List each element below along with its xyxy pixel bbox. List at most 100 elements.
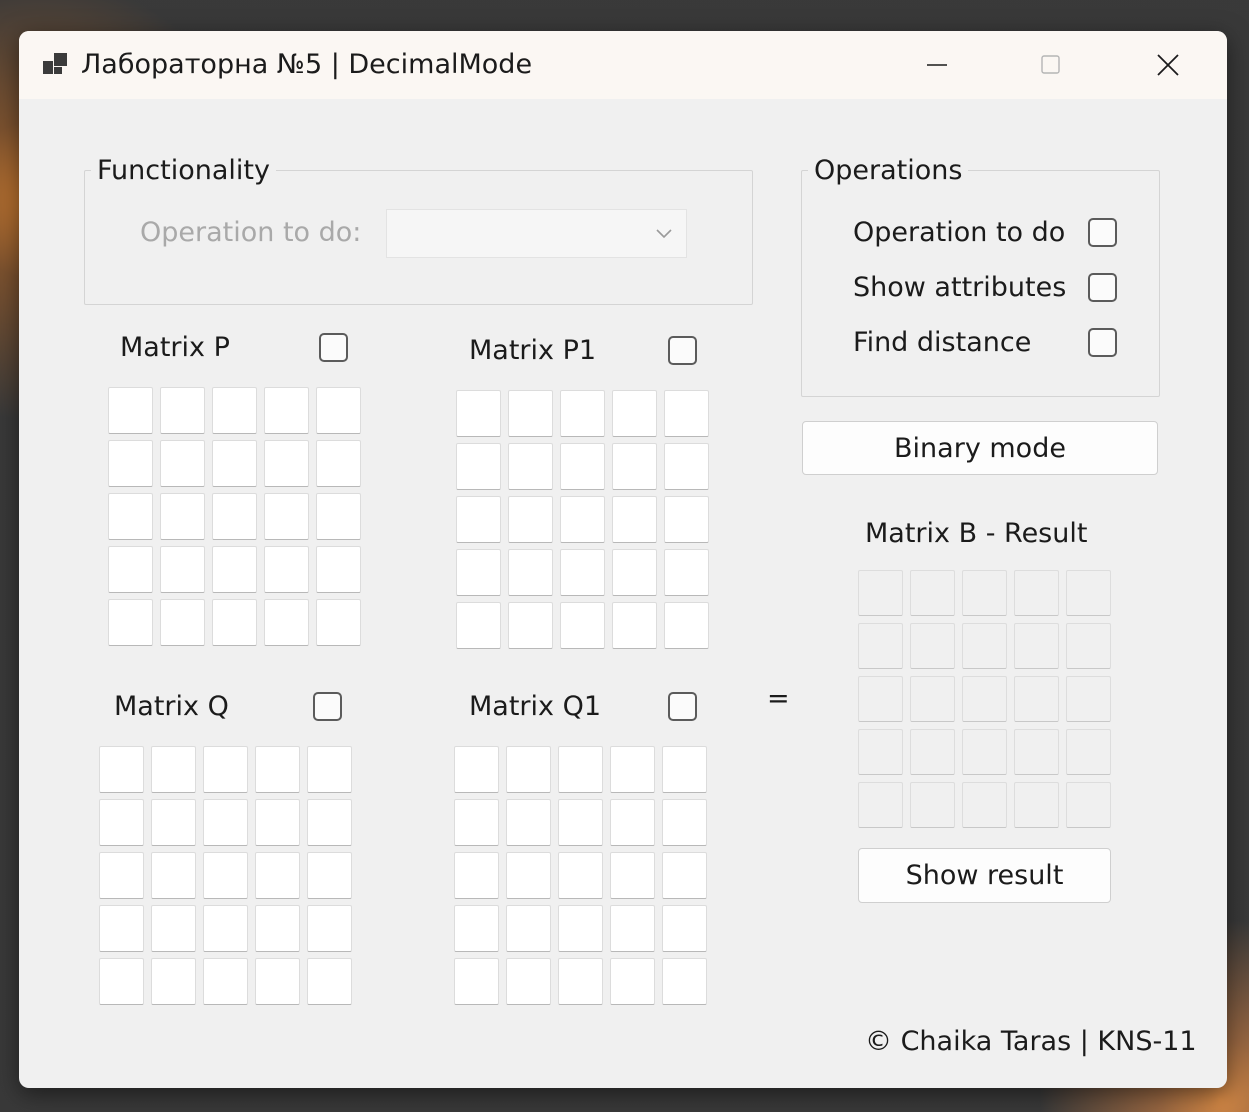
matrix-p1-cell-r4-c3[interactable]	[560, 549, 605, 596]
matrix-p1-cell-r3-c3[interactable]	[560, 496, 605, 543]
matrix-q1-cell-r5-c5[interactable]	[662, 958, 707, 1005]
matrix-p-cell-r4-c3[interactable]	[212, 546, 257, 593]
matrix-q1-cell-r4-c1[interactable]	[454, 905, 499, 952]
matrix-q1-cell-r2-c3[interactable]	[558, 799, 603, 846]
matrix-p1-cell-r5-c5[interactable]	[664, 602, 709, 649]
close-button[interactable]	[1152, 49, 1184, 81]
matrix-p-cell-r5-c1[interactable]	[108, 599, 153, 646]
matrix-q-cell-r1-c3[interactable]	[203, 746, 248, 793]
matrix-p1-cell-r3-c1[interactable]	[456, 496, 501, 543]
matrix-q-cell-r2-c3[interactable]	[203, 799, 248, 846]
matrix-p-cell-r5-c4[interactable]	[264, 599, 309, 646]
matrix-q-cell-r1-c4[interactable]	[255, 746, 300, 793]
matrix-p-cell-r2-c5[interactable]	[316, 440, 361, 487]
matrix-q-cell-r5-c5[interactable]	[307, 958, 352, 1005]
matrix-p1-cell-r2-c1[interactable]	[456, 443, 501, 490]
matrix-q-cell-r4-c5[interactable]	[307, 905, 352, 952]
operation-to-do-checkbox[interactable]	[1088, 218, 1117, 247]
matrix-q-cell-r2-c4[interactable]	[255, 799, 300, 846]
matrix-q1-cell-r4-c2[interactable]	[506, 905, 551, 952]
matrix-q1-cell-r1-c5[interactable]	[662, 746, 707, 793]
matrix-q-cell-r2-c1[interactable]	[99, 799, 144, 846]
matrix-q1-cell-r5-c2[interactable]	[506, 958, 551, 1005]
matrix-q1-cell-r2-c1[interactable]	[454, 799, 499, 846]
matrix-p1-cell-r5-c2[interactable]	[508, 602, 553, 649]
matrix-p-cell-r4-c1[interactable]	[108, 546, 153, 593]
matrix-q1-cell-r3-c5[interactable]	[662, 852, 707, 899]
matrix-p1-checkbox[interactable]	[668, 336, 697, 365]
matrix-q-cell-r4-c4[interactable]	[255, 905, 300, 952]
matrix-q-cell-r3-c1[interactable]	[99, 852, 144, 899]
matrix-q-cell-r5-c4[interactable]	[255, 958, 300, 1005]
matrix-p1-cell-r4-c1[interactable]	[456, 549, 501, 596]
matrix-p1-cell-r2-c2[interactable]	[508, 443, 553, 490]
show-result-button[interactable]: Show result	[858, 848, 1111, 903]
matrix-p1-cell-r5-c3[interactable]	[560, 602, 605, 649]
matrix-q-cell-r3-c4[interactable]	[255, 852, 300, 899]
matrix-p-cell-r1-c5[interactable]	[316, 387, 361, 434]
matrix-q1-cell-r4-c4[interactable]	[610, 905, 655, 952]
matrix-p1-cell-r5-c1[interactable]	[456, 602, 501, 649]
matrix-q1-cell-r2-c4[interactable]	[610, 799, 655, 846]
matrix-p1-cell-r2-c4[interactable]	[612, 443, 657, 490]
matrix-q1-cell-r3-c2[interactable]	[506, 852, 551, 899]
matrix-q1-cell-r1-c4[interactable]	[610, 746, 655, 793]
matrix-p-cell-r3-c2[interactable]	[160, 493, 205, 540]
matrix-q1-cell-r1-c3[interactable]	[558, 746, 603, 793]
matrix-q1-cell-r4-c3[interactable]	[558, 905, 603, 952]
matrix-q-cell-r3-c5[interactable]	[307, 852, 352, 899]
matrix-q-cell-r1-c1[interactable]	[99, 746, 144, 793]
matrix-p-cell-r5-c5[interactable]	[316, 599, 361, 646]
binary-mode-button[interactable]: Binary mode	[802, 421, 1158, 475]
matrix-p-cell-r1-c3[interactable]	[212, 387, 257, 434]
matrix-p-cell-r5-c3[interactable]	[212, 599, 257, 646]
matrix-p-cell-r2-c3[interactable]	[212, 440, 257, 487]
matrix-q-cell-r3-c3[interactable]	[203, 852, 248, 899]
matrix-q-cell-r1-c2[interactable]	[151, 746, 196, 793]
matrix-p-cell-r3-c4[interactable]	[264, 493, 309, 540]
matrix-p-cell-r3-c3[interactable]	[212, 493, 257, 540]
matrix-p-cell-r1-c2[interactable]	[160, 387, 205, 434]
find-distance-checkbox[interactable]	[1088, 328, 1117, 357]
matrix-p-cell-r2-c1[interactable]	[108, 440, 153, 487]
minimize-button[interactable]	[921, 49, 953, 81]
show-attributes-checkbox[interactable]	[1088, 273, 1117, 302]
matrix-p-cell-r2-c2[interactable]	[160, 440, 205, 487]
matrix-q1-cell-r1-c2[interactable]	[506, 746, 551, 793]
matrix-q1-cell-r5-c4[interactable]	[610, 958, 655, 1005]
matrix-q1-cell-r3-c1[interactable]	[454, 852, 499, 899]
matrix-p-cell-r4-c2[interactable]	[160, 546, 205, 593]
matrix-q-cell-r5-c1[interactable]	[99, 958, 144, 1005]
matrix-p1-cell-r1-c4[interactable]	[612, 390, 657, 437]
matrix-p1-cell-r3-c2[interactable]	[508, 496, 553, 543]
matrix-q-cell-r3-c2[interactable]	[151, 852, 196, 899]
matrix-q-cell-r4-c2[interactable]	[151, 905, 196, 952]
matrix-p1-cell-r4-c4[interactable]	[612, 549, 657, 596]
matrix-p1-cell-r2-c5[interactable]	[664, 443, 709, 490]
matrix-q1-cell-r1-c1[interactable]	[454, 746, 499, 793]
matrix-p1-cell-r4-c2[interactable]	[508, 549, 553, 596]
matrix-p-cell-r3-c5[interactable]	[316, 493, 361, 540]
matrix-q1-cell-r4-c5[interactable]	[662, 905, 707, 952]
matrix-p-cell-r4-c5[interactable]	[316, 546, 361, 593]
matrix-q1-cell-r3-c4[interactable]	[610, 852, 655, 899]
matrix-p1-cell-r2-c3[interactable]	[560, 443, 605, 490]
matrix-q-cell-r5-c2[interactable]	[151, 958, 196, 1005]
matrix-q1-cell-r3-c3[interactable]	[558, 852, 603, 899]
matrix-p1-cell-r1-c5[interactable]	[664, 390, 709, 437]
matrix-q-cell-r4-c1[interactable]	[99, 905, 144, 952]
operation-select[interactable]	[386, 209, 687, 258]
matrix-p-checkbox[interactable]	[319, 333, 348, 362]
matrix-p-cell-r2-c4[interactable]	[264, 440, 309, 487]
matrix-q1-cell-r5-c1[interactable]	[454, 958, 499, 1005]
matrix-q-cell-r4-c3[interactable]	[203, 905, 248, 952]
matrix-p-cell-r1-c4[interactable]	[264, 387, 309, 434]
matrix-p-cell-r1-c1[interactable]	[108, 387, 153, 434]
matrix-p1-cell-r4-c5[interactable]	[664, 549, 709, 596]
matrix-p1-cell-r3-c4[interactable]	[612, 496, 657, 543]
matrix-q-cell-r5-c3[interactable]	[203, 958, 248, 1005]
matrix-p1-cell-r1-c1[interactable]	[456, 390, 501, 437]
maximize-button[interactable]	[1035, 49, 1067, 81]
matrix-q1-cell-r2-c5[interactable]	[662, 799, 707, 846]
matrix-p-cell-r4-c4[interactable]	[264, 546, 309, 593]
